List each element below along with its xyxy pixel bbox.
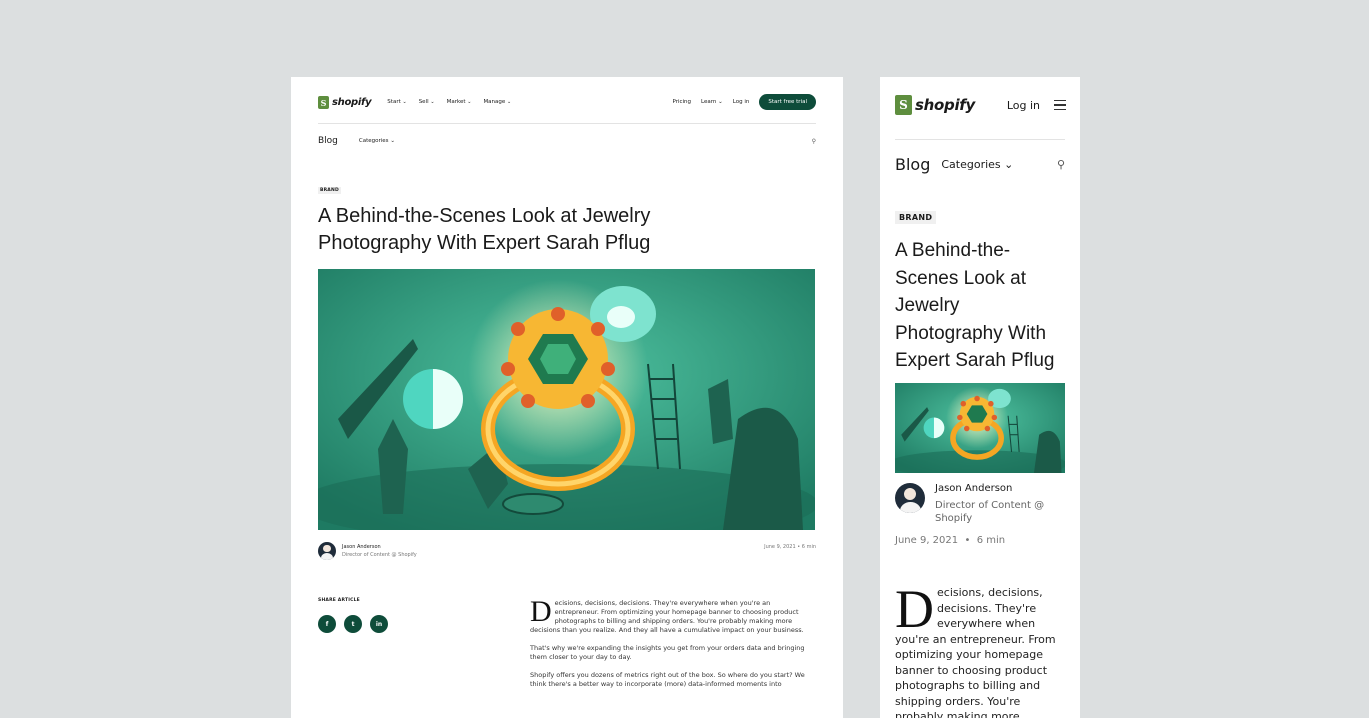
author-info: Jason Anderson Director of Content @ Sho…	[935, 483, 1045, 525]
chevron-down-icon: ⌄	[467, 99, 472, 105]
author-role: Director of Content @ Shopify	[342, 552, 417, 558]
mobile-preview: shopify Log in Blog Categories ⌄ ⚲ BRAND…	[880, 77, 1080, 718]
meta-separator: •	[797, 544, 801, 550]
logo-text: shopify	[332, 96, 372, 108]
hamburger-icon[interactable]	[1054, 99, 1066, 111]
share-label: SHARE ARTICLE	[318, 598, 360, 603]
hero-image	[895, 383, 1065, 473]
categories-dropdown[interactable]: Categories ⌄	[359, 138, 395, 144]
shopify-bag-icon	[318, 95, 329, 109]
read-time: 6 min	[801, 544, 816, 550]
shopify-bag-icon	[895, 95, 912, 115]
paragraph: Shopify offers you dozens of metrics rig…	[530, 671, 805, 688]
chevron-down-icon: ⌄	[390, 138, 395, 144]
blog-bar: Blog Categories ⌄ ⚲	[895, 155, 1065, 174]
login-link[interactable]: Log in	[1007, 99, 1040, 112]
top-nav: shopify Start ⌄ Sell ⌄ Market ⌄ Manage ⌄…	[318, 91, 816, 113]
chevron-down-icon: ⌄	[430, 99, 435, 105]
divider	[895, 139, 1065, 140]
drop-cap: D	[895, 579, 934, 639]
main-menu: Start ⌄ Sell ⌄ Market ⌄ Manage ⌄	[387, 99, 511, 105]
hero-image	[318, 269, 815, 530]
article-title: A Behind-the-Scenes Look at Jewelry Phot…	[895, 240, 1055, 371]
blog-link[interactable]: Blog	[318, 136, 338, 146]
menu-label: Sell	[418, 99, 429, 105]
author-info: Jason Anderson Director of Content @ Sho…	[342, 544, 417, 558]
share-buttons: f t in	[318, 615, 388, 633]
chevron-down-icon: ⌄	[507, 99, 512, 105]
article-date: June 9, 2021	[764, 544, 796, 550]
menu-label: Start	[387, 99, 401, 105]
menu-start[interactable]: Start ⌄	[387, 99, 406, 105]
article-meta: June 9, 2021 • 6 min	[895, 535, 1005, 546]
paragraph-text: ecisions, decisions, decisions. They're …	[530, 599, 804, 634]
linkedin-icon[interactable]: in	[370, 615, 388, 633]
avatar[interactable]	[895, 483, 925, 513]
paragraph: Decisions, decisions, decisions. They're…	[895, 579, 1065, 718]
menu-label: Market	[446, 99, 466, 105]
menu-label: Manage	[483, 99, 506, 105]
divider	[318, 123, 816, 124]
article-tag[interactable]: BRAND	[895, 211, 937, 224]
pricing-link[interactable]: Pricing	[673, 99, 692, 105]
author-name[interactable]: Jason Anderson	[342, 544, 417, 550]
jewelry-illustration	[318, 269, 815, 530]
search-icon[interactable]: ⚲	[812, 138, 816, 145]
learn-menu[interactable]: Learn ⌄	[701, 99, 723, 105]
blog-link[interactable]: Blog	[895, 155, 930, 174]
article-meta: June 9, 2021 • 6 min	[764, 544, 816, 550]
twitter-icon[interactable]: t	[344, 615, 362, 633]
categories-dropdown[interactable]: Categories ⌄	[941, 158, 1013, 171]
categories-label: Categories	[941, 158, 1001, 171]
blog-bar: Blog Categories ⌄ ⚲	[318, 136, 816, 146]
menu-market[interactable]: Market ⌄	[447, 99, 472, 105]
article-body: Decisions, decisions, decisions. They're…	[895, 579, 1065, 718]
menu-sell[interactable]: Sell ⌄	[419, 99, 435, 105]
jewelry-illustration	[895, 383, 1065, 473]
read-time: 6 min	[976, 535, 1006, 546]
desktop-preview: shopify Start ⌄ Sell ⌄ Market ⌄ Manage ⌄…	[291, 77, 843, 718]
author-role: Director of Content @ Shopify	[935, 500, 1045, 524]
chevron-down-icon: ⌄	[718, 99, 723, 105]
categories-label: Categories	[358, 138, 389, 144]
shopify-logo[interactable]: shopify	[895, 95, 975, 115]
learn-label: Learn	[701, 99, 717, 105]
chevron-down-icon: ⌄	[1004, 158, 1014, 171]
search-icon[interactable]: ⚲	[1057, 158, 1065, 171]
nav-right: Pricing Learn ⌄ Log in Start free trial	[673, 94, 816, 110]
author-name[interactable]: Jason Anderson	[935, 483, 1045, 494]
article-body: Decisions, decisions, decisions. They're…	[530, 595, 816, 698]
paragraph: Decisions, decisions, decisions. They're…	[530, 595, 816, 635]
paragraph: That's why we're expanding the insights …	[530, 644, 805, 661]
article-title: A Behind-the-Scenes Look at Jewelry Phot…	[318, 205, 651, 254]
chevron-down-icon: ⌄	[402, 99, 407, 105]
author-block: Jason Anderson Director of Content @ Sho…	[895, 483, 1045, 525]
author-block: Jason Anderson Director of Content @ Sho…	[318, 542, 417, 560]
drop-cap: D	[530, 595, 552, 628]
shopify-logo[interactable]: shopify	[318, 95, 372, 109]
article-tag[interactable]: BRAND	[318, 187, 341, 194]
menu-manage[interactable]: Manage ⌄	[483, 99, 511, 105]
start-free-trial-button[interactable]: Start free trial	[759, 94, 816, 110]
logo-text: shopify	[915, 96, 975, 114]
article-date: June 9, 2021	[895, 535, 959, 546]
avatar[interactable]	[318, 542, 336, 560]
login-link[interactable]: Log in	[733, 99, 750, 105]
mobile-top-nav: shopify Log in	[895, 95, 1066, 115]
facebook-icon[interactable]: f	[318, 615, 336, 633]
meta-separator: •	[964, 535, 971, 546]
